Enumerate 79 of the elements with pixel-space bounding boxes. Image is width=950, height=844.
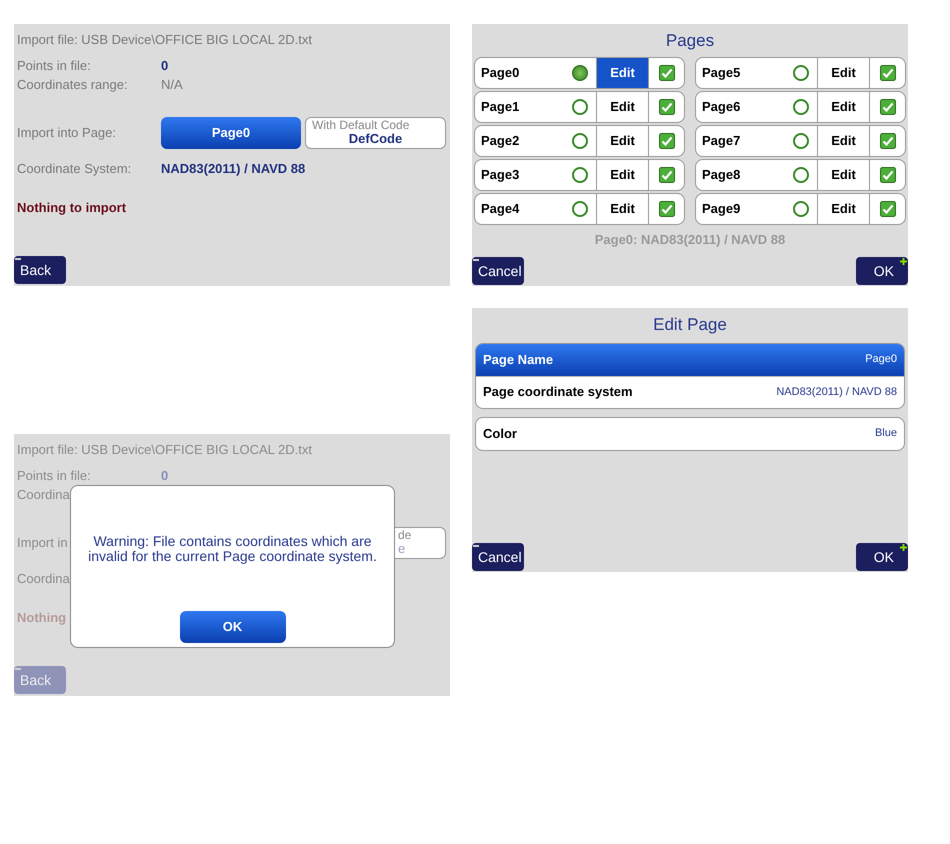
setting-label: Color — [483, 424, 517, 443]
points-value: 0 — [161, 466, 168, 484]
edit-button[interactable]: Edit — [817, 194, 869, 224]
edit-button[interactable]: Edit — [817, 58, 869, 88]
edit-button[interactable]: Edit — [817, 92, 869, 122]
setting-value: NAD83(2011) / NAVD 88 — [776, 384, 897, 400]
setting-label: Page Name — [483, 350, 554, 369]
import-file-path: Import file: USB Device\OFFICE BIG LOCAL 2D.txt — [17, 31, 312, 49]
cancel-button[interactable]: Cancel — [472, 543, 524, 571]
radio-button[interactable] — [793, 166, 809, 182]
import-page-label: Import into Page: — [17, 124, 116, 142]
radio-button[interactable] — [572, 132, 588, 148]
coordinate-system-label: Coordina — [17, 570, 71, 588]
page-name: Page6 — [701, 98, 742, 116]
edit-button[interactable]: Edit — [596, 126, 648, 156]
current-page-info: Page0: NAD83(2011) / NAVD 88 — [594, 230, 786, 249]
back-button[interactable]: Back — [14, 256, 66, 284]
page-select-button[interactable]: Page0 — [161, 116, 301, 148]
checkbox[interactable] — [880, 166, 896, 182]
edit-button[interactable]: Edit — [596, 58, 648, 88]
checkbox[interactable] — [658, 166, 674, 182]
import-status-message: Nothing — [17, 609, 66, 627]
page-name: Page7 — [701, 132, 742, 150]
checkbox[interactable] — [880, 200, 896, 216]
import-file-path: Import file: USB Device\OFFICE BIG LOCAL 2D.txt — [17, 441, 312, 459]
points-label: Points in file: — [17, 466, 92, 484]
plus-icon — [900, 544, 907, 551]
screen-title: Pages — [666, 30, 714, 52]
radio-button[interactable] — [793, 64, 809, 80]
page-name: Page2 — [480, 132, 520, 150]
setting-value: Page0 — [865, 352, 897, 368]
settings-row[interactable]: Color Blue — [476, 418, 904, 450]
page-name: Page3 — [480, 166, 520, 184]
page-name: Page8 — [701, 166, 742, 184]
default-code-button[interactable]: With Default Code DefCode — [305, 116, 446, 148]
setting-value: Blue — [874, 426, 897, 442]
page-name: Page9 — [701, 200, 742, 218]
page-name: Page1 — [480, 98, 520, 116]
points-label: Points in file: — [17, 56, 92, 74]
cancel-button[interactable]: Cancel — [472, 257, 524, 285]
radio-button[interactable] — [572, 98, 588, 114]
ok-button[interactable]: OK — [856, 543, 908, 571]
checkbox[interactable] — [658, 98, 674, 114]
radio-button[interactable] — [793, 132, 809, 148]
radio-button[interactable] — [572, 166, 588, 182]
screen-title: Edit Page — [653, 314, 727, 336]
checkbox[interactable] — [880, 64, 896, 80]
edit-button[interactable]: Edit — [596, 160, 648, 190]
import-status-message: Nothing to import — [17, 199, 126, 217]
radio-button[interactable] — [572, 64, 588, 80]
checkbox[interactable] — [880, 132, 896, 148]
coordinate-system-value: NAD83(2011) / NAVD 88 — [161, 160, 306, 178]
settings-row[interactable]: Page coordinate system NAD83(2011) / NAVD 88 — [476, 376, 904, 408]
radio-button[interactable] — [572, 200, 588, 216]
radio-button[interactable] — [793, 98, 809, 114]
page-name: Page5 — [701, 64, 742, 82]
ok-button[interactable]: OK — [180, 611, 286, 643]
edit-button[interactable]: Edit — [817, 126, 869, 156]
edit-button[interactable]: Edit — [596, 194, 648, 224]
checkbox[interactable] — [880, 98, 896, 114]
setting-label: Page coordinate system — [483, 383, 633, 402]
edit-button[interactable]: Edit — [596, 92, 648, 122]
import-page-label: Import in — [17, 534, 68, 552]
checkbox[interactable] — [658, 64, 674, 80]
ok-button[interactable]: OK — [856, 257, 908, 285]
range-label: Coordina — [17, 486, 71, 504]
plus-icon — [900, 258, 907, 265]
points-value: 0 — [161, 56, 168, 74]
coordinate-system-label: Coordinate System: — [17, 160, 132, 178]
checkbox[interactable] — [658, 132, 674, 148]
page-name: Page0 — [480, 64, 520, 82]
settings-row[interactable]: Page Name Page0 — [476, 344, 904, 376]
checkbox[interactable] — [658, 200, 674, 216]
warning-message: Warning: File contains coordinates which are invalid for the current Page coordinate system. — [87, 534, 378, 564]
edit-button[interactable]: Edit — [817, 160, 869, 190]
radio-button[interactable] — [793, 200, 809, 216]
range-value: N/A — [161, 76, 183, 94]
range-label: Coordinates range: — [17, 76, 129, 94]
page-name: Page4 — [480, 200, 520, 218]
